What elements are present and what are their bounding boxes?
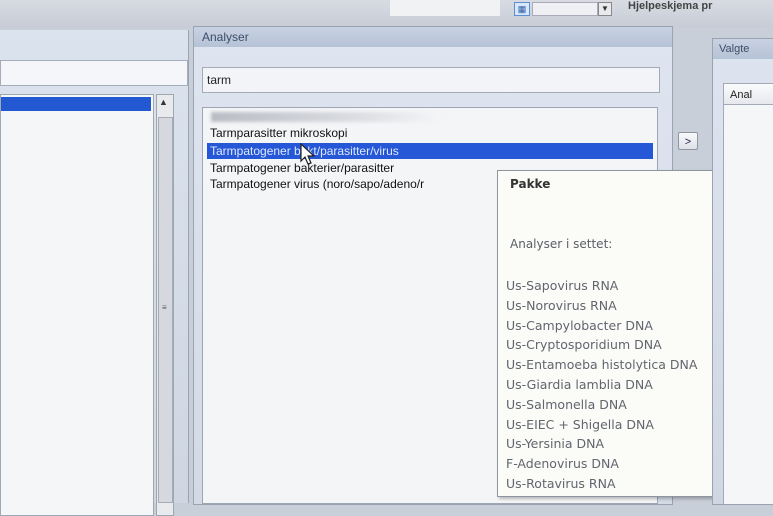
- tooltip-item: Us-Campylobacter DNA: [506, 317, 653, 333]
- tooltip-item: Us-Sapovirus RNA: [506, 278, 619, 293]
- search-input[interactable]: tarm: [202, 67, 660, 93]
- valgte-panel: Valgte Anal: [712, 38, 773, 505]
- list-item-obscured[interactable]: [211, 112, 441, 122]
- move-right-button[interactable]: >: [678, 132, 698, 150]
- list-item[interactable]: Tarmpatogener virus (noro/sapo/adeno/r: [207, 176, 424, 192]
- tooltip-item: Us-Rotavirus RNA: [506, 475, 616, 491]
- tooltip-title: Pakke: [510, 177, 551, 191]
- tooltip-analysis-list: Us-Sapovirus RNA Us-Norovirus RNA Us-Cam…: [506, 276, 697, 494]
- scroll-up-icon[interactable]: ▲: [159, 97, 168, 107]
- valgte-header: Valgte: [713, 39, 773, 59]
- top-toolbar: ▦ ▼ Hjelpeskjema pr: [0, 0, 773, 28]
- calendar-icon[interactable]: ▦: [514, 2, 530, 16]
- left-input[interactable]: [0, 60, 188, 86]
- tooltip-item: Us-Salmonella DNA: [506, 396, 627, 412]
- toolbar-text: Hjelpeskjema pr: [628, 0, 713, 12]
- panel-header: Analyser: [194, 27, 672, 47]
- left-panel: ▲ ≡: [0, 30, 189, 516]
- tooltip-item: Us-Entamoeba histolytica DNA: [506, 357, 698, 373]
- tooltip-item: Us-EIEC + Shigella DNA: [506, 416, 654, 432]
- chevron-down-icon[interactable]: ▼: [598, 2, 612, 16]
- tooltip-item: Us-Yersinia DNA: [506, 436, 605, 452]
- scroll-thumb[interactable]: ≡: [158, 117, 173, 503]
- toolbar-field[interactable]: [532, 2, 598, 16]
- tooltip-item: Us-Cryptosporidium DNA: [506, 337, 662, 353]
- valgte-column-header[interactable]: Anal: [723, 83, 773, 105]
- tooltip-item: Us-Giardia lamblia DNA: [506, 376, 653, 392]
- tooltip-item: Us-Norovirus RNA: [506, 297, 617, 313]
- list-item-selected[interactable]: Tarmpatogener bakt/parasitter/virus: [207, 143, 653, 159]
- toolbar-blank-field: [390, 0, 500, 16]
- left-scrollbar[interactable]: ▲ ≡: [156, 94, 174, 516]
- left-list-selected-item[interactable]: [1, 97, 151, 111]
- valgte-list[interactable]: [723, 105, 773, 504]
- list-item[interactable]: Tarmparasitter mikroskopi: [207, 125, 347, 141]
- left-list[interactable]: [0, 94, 154, 516]
- mouse-cursor-icon: [300, 143, 316, 165]
- tooltip-subtitle: Analyser i settet:: [510, 237, 613, 251]
- grip-icon: ≡: [162, 303, 167, 312]
- tooltip-item: F-Adenovirus DNA: [506, 456, 619, 472]
